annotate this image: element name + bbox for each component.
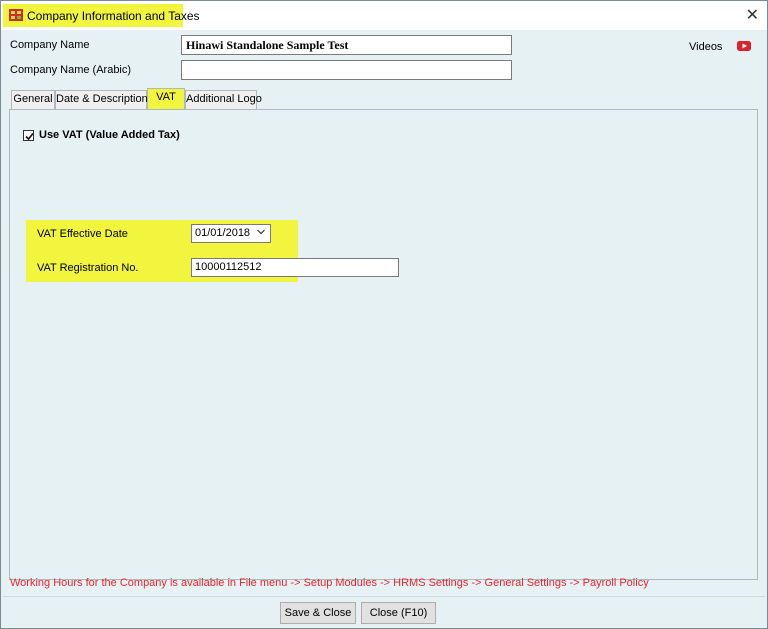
company-name-label: Company Name bbox=[10, 39, 90, 51]
window-title: Company Information and Taxes bbox=[27, 9, 200, 23]
app-icon bbox=[9, 9, 23, 21]
vat-effective-date-label: VAT Effective Date bbox=[37, 228, 128, 240]
use-vat-label: Use VAT (Value Added Tax) bbox=[39, 129, 180, 141]
save-close-button[interactable]: Save & Close bbox=[280, 602, 356, 624]
company-name-arabic-label: Company Name (Arabic) bbox=[10, 64, 132, 76]
tab-vat-label: VAT bbox=[156, 91, 176, 103]
tab-date-description[interactable]: Date & Description bbox=[55, 90, 148, 109]
vat-tab-panel bbox=[9, 109, 758, 580]
videos-label: Videos bbox=[689, 41, 723, 53]
tab-vat[interactable]: VAT bbox=[147, 88, 185, 109]
tab-date-description-label: Date & Description bbox=[56, 93, 148, 105]
use-vat-checkbox[interactable] bbox=[23, 130, 34, 141]
tab-additional-logo[interactable]: Additional Logo bbox=[185, 90, 262, 109]
company-name-arabic-field[interactable] bbox=[181, 60, 512, 80]
tab-general[interactable]: General bbox=[11, 90, 55, 109]
payroll-policy-note: Working Hours for the Company is availab… bbox=[10, 577, 649, 589]
chevron-down-icon[interactable] bbox=[257, 229, 265, 235]
tab-additional-logo-label: Additional Logo bbox=[186, 93, 262, 105]
tab-general-label: General bbox=[13, 93, 53, 105]
checkmark-icon bbox=[25, 132, 34, 141]
close-button[interactable]: Close (F10) bbox=[361, 602, 436, 624]
vat-effective-date-value: 01/01/2018 bbox=[195, 227, 251, 239]
close-icon[interactable]: ✕ bbox=[746, 6, 759, 24]
title-bar: Company Information and Taxes ✕ bbox=[1, 1, 767, 30]
company-info-window: Company Information and Taxes ✕ Company … bbox=[0, 0, 768, 629]
company-name-field[interactable]: Hinawi Standalone Sample Test bbox=[181, 35, 512, 55]
vat-registration-label: VAT Registration No. bbox=[37, 262, 139, 274]
vat-registration-field[interactable]: 10000112512 bbox=[191, 258, 399, 277]
vat-effective-date-picker[interactable]: 01/01/2018 bbox=[191, 224, 271, 243]
youtube-icon[interactable] bbox=[737, 41, 751, 51]
